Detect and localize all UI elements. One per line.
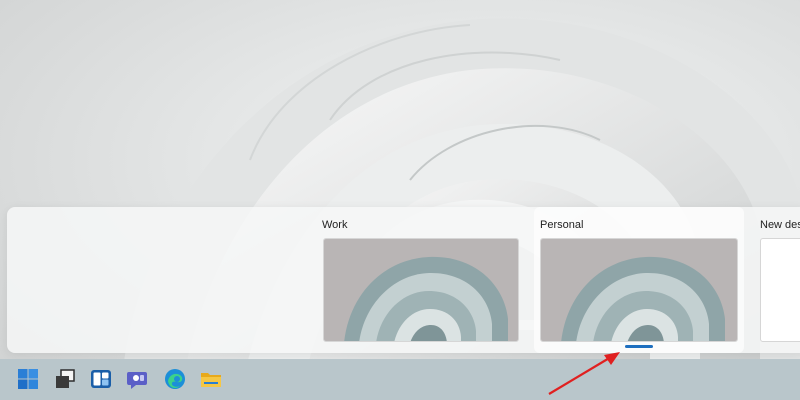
file-explorer-icon[interactable]: [199, 367, 223, 391]
desktop-label: New desktop: [760, 219, 800, 231]
taskbar: [0, 359, 800, 400]
desktop-preview-wallpaper: [541, 239, 737, 341]
desktop-thumbnail-personal[interactable]: Personal: [534, 207, 744, 353]
desktop-preview[interactable]: [323, 238, 519, 342]
chat-icon[interactable]: [126, 367, 150, 391]
desktop-preview[interactable]: [540, 238, 738, 342]
task-view-icon[interactable]: [53, 367, 77, 391]
widgets-icon[interactable]: [89, 367, 113, 391]
desktop-thumbnail-work[interactable]: Work: [315, 207, 525, 353]
desktop-thumbnail-new-desktop[interactable]: New desktop: [753, 207, 800, 353]
desktop-screen: Work Personal New de: [0, 0, 800, 400]
edge-icon[interactable]: [163, 367, 187, 391]
desktop-label: Work: [322, 219, 348, 231]
new-desktop-preview[interactable]: [760, 238, 800, 342]
active-desktop-indicator: [625, 345, 653, 348]
desktop-preview-wallpaper: [324, 239, 518, 341]
desktop-label: Personal: [540, 219, 584, 231]
start-icon[interactable]: [16, 367, 40, 391]
desktop-switcher: Work Personal New de: [7, 207, 800, 353]
